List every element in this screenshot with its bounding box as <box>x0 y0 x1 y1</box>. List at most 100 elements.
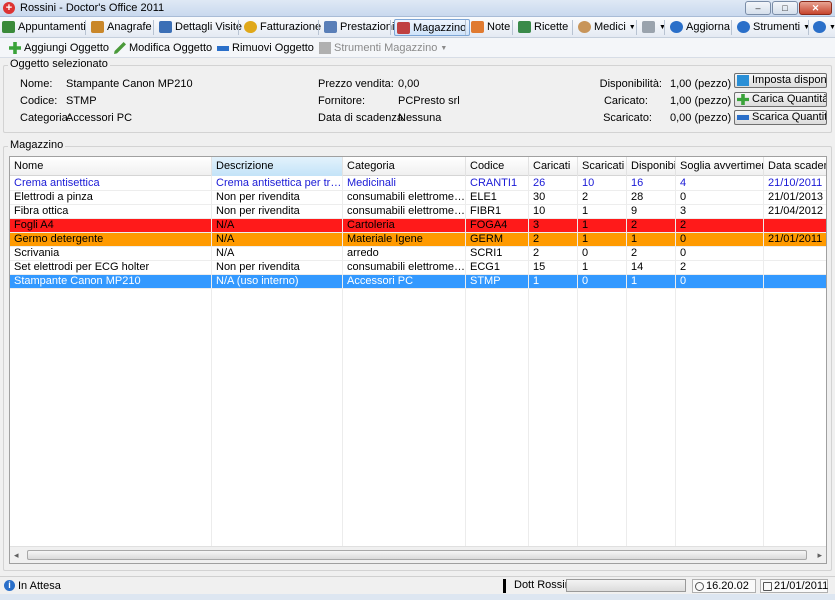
menu-medici[interactable]: Medici ▼ <box>576 19 636 36</box>
column-header-scadenza[interactable]: Data scadenza <box>764 157 826 176</box>
scrollbar-thumb[interactable] <box>27 550 807 560</box>
cell-soglia: 0 <box>676 275 764 289</box>
menu-dettagli-visite[interactable]: Dettagli Visite <box>157 19 242 36</box>
cell-descrizione: N/A <box>212 219 343 233</box>
current-user: Dott Rossini <box>503 579 573 593</box>
loaded-label: Caricato: <box>603 95 648 107</box>
maximize-button[interactable]: □ <box>772 1 798 15</box>
category-value: Accessori PC <box>66 112 133 124</box>
cell-nome: Elettrodi a pinza <box>10 191 212 205</box>
category-label: Categoria: <box>20 112 71 124</box>
load-quantity-button[interactable]: Carica Quantità <box>734 92 827 107</box>
cell-scadenza <box>764 247 826 261</box>
warehouse-tools-dropdown[interactable]: Strumenti Magazzino ▼ <box>318 40 447 56</box>
column-divider <box>342 176 343 546</box>
people-icon <box>91 21 104 33</box>
menu-anagrafe[interactable]: Anagrafe <box>89 19 152 36</box>
menu-separator <box>572 20 573 35</box>
horizontal-scrollbar[interactable]: ◂ ▸ <box>10 546 826 563</box>
minus-icon <box>217 46 229 51</box>
add-item-button[interactable]: Aggiungi Oggetto <box>8 40 109 56</box>
cell-scadenza: 21/01/2011 <box>764 233 826 247</box>
column-header-disponibili[interactable]: Disponibili <box>627 157 676 176</box>
set-availability-button[interactable]: Imposta disponibilità <box>734 73 827 88</box>
close-button[interactable]: ✕ <box>799 1 832 15</box>
minimize-button[interactable]: – <box>745 1 771 15</box>
scroll-left-icon[interactable]: ◂ <box>14 550 19 561</box>
menu-separator <box>390 20 391 35</box>
edit-item-button[interactable]: Modifica Oggetto <box>113 40 212 56</box>
table-row[interactable]: Crema antisettica Crema antisettica per t… <box>10 177 826 191</box>
table-row[interactable]: Fogli A4 N/A Cartoleria FOGA4 3 1 2 2 <box>10 219 826 233</box>
table-row[interactable]: Germo detergente N/A Materiale Igene GERM 2 1… <box>10 233 826 247</box>
column-header-caricati[interactable]: Caricati <box>529 157 578 176</box>
title-bar: + Rossini - Doctor's Office 2011 – □ ✕ <box>0 0 835 17</box>
cell-scadenza: 21/01/2013 <box>764 191 826 205</box>
expiry-label: Data di scadenza: <box>318 112 407 124</box>
table-row[interactable]: Set elettrodi per ECG holter Non per rive… <box>10 261 826 275</box>
cell-soglia: 4 <box>676 177 764 191</box>
menu-strumenti[interactable]: Strumenti ▼ <box>735 19 810 36</box>
menu-help[interactable]: ▼ <box>811 19 835 36</box>
chevron-down-icon: ▼ <box>628 24 636 31</box>
column-header-descrizione[interactable]: Descrizione <box>212 157 343 176</box>
unload-quantity-button[interactable]: Scarica Quantità <box>734 110 827 125</box>
cell-caricati: 2 <box>529 233 578 247</box>
remove-item-button[interactable]: Rimuovi Oggetto <box>216 40 314 56</box>
table-row[interactable]: Fibra ottica Non per rivendita consumabili… <box>10 205 826 219</box>
table-row[interactable]: Stampante Canon MP210 N/A (uso interno) Ac… <box>10 275 826 289</box>
cell-nome: Germo detergente <box>10 233 212 247</box>
column-divider <box>763 176 764 546</box>
column-header-categoria[interactable]: Categoria <box>343 157 466 176</box>
note-icon <box>471 21 484 33</box>
menu-prestazioni[interactable]: Prestazioni <box>322 19 394 36</box>
calendar-icon <box>763 582 772 591</box>
warehouse-table: Nome Descrizione Categoria Codice Carica… <box>9 156 827 564</box>
warehouse-toolbar: Aggiungi Oggetto Modifica Oggetto Rimuov… <box>0 38 835 58</box>
column-divider <box>465 176 466 546</box>
cell-descrizione: Non per rivendita <box>212 261 343 275</box>
warehouse-icon <box>397 22 410 34</box>
chevron-down-icon: ▼ <box>829 24 835 31</box>
table-row[interactable]: Scrivania N/A arredo SCRI1 2 0 2 0 <box>10 247 826 261</box>
menu-separator <box>512 20 513 35</box>
plus-icon <box>9 42 21 54</box>
menu-fatturazione[interactable]: Fatturazione <box>242 19 321 36</box>
menu-separator <box>465 20 466 35</box>
scroll-right-icon[interactable]: ▸ <box>817 550 822 561</box>
window-title: Rossini - Doctor's Office 2011 <box>20 2 165 14</box>
cell-soglia: 0 <box>676 247 764 261</box>
column-header-scaricati[interactable]: Scaricati <box>578 157 627 176</box>
menu-separator <box>318 20 319 35</box>
menu-magazzino[interactable]: Magazzino <box>394 19 471 36</box>
cell-disponibili: 2 <box>627 219 676 233</box>
menu-aggiorna[interactable]: Aggiorna <box>668 19 730 36</box>
price-label: Prezzo vendita: <box>318 78 394 90</box>
cell-disponibili: 1 <box>627 275 676 289</box>
cell-soglia: 0 <box>676 233 764 247</box>
cell-descrizione: N/A <box>212 247 343 261</box>
cell-categoria: consumabili elettromedicali <box>343 191 466 205</box>
cell-codice: ECG1 <box>466 261 529 275</box>
column-header-soglia[interactable]: Soglia avvertimento <box>676 157 764 176</box>
menu-print[interactable]: ▼ <box>640 19 666 36</box>
menu-appuntamenti[interactable]: Appuntamenti <box>0 19 86 36</box>
menu-note[interactable]: Note <box>469 19 510 36</box>
supplier-label: Fornitore: <box>318 95 366 107</box>
cell-scaricati: 1 <box>578 205 627 219</box>
status-bar: i In Attesa Dott Rossini 16.20.02 21/01/… <box>0 576 835 594</box>
column-divider <box>528 176 529 546</box>
table-row[interactable]: Elettrodi a pinza Non per rivendita consum… <box>10 191 826 205</box>
cell-scaricati: 1 <box>578 219 627 233</box>
unloaded-label: Scaricato: <box>603 112 652 124</box>
cell-scadenza: 21/04/2012 <box>764 205 826 219</box>
cell-descrizione: N/A (uso interno) <box>212 275 343 289</box>
cell-categoria: consumabili elettromedicali <box>343 205 466 219</box>
cell-caricati: 10 <box>529 205 578 219</box>
column-header-codice[interactable]: Codice <box>466 157 529 176</box>
tools-icon <box>319 42 331 54</box>
column-header-nome[interactable]: Nome <box>10 157 212 176</box>
price-value: 0,00 <box>398 78 420 90</box>
cell-scaricati: 1 <box>578 233 627 247</box>
menu-ricette[interactable]: Ricette <box>516 19 568 36</box>
